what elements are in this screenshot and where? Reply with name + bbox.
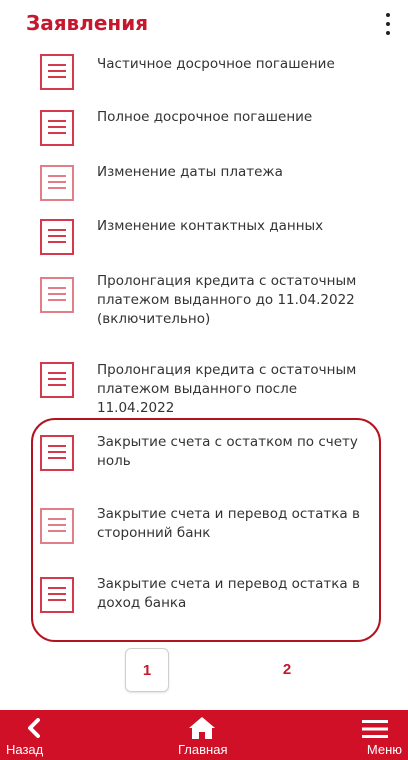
bottom-navigation: Назад Главная Меню — [0, 710, 408, 760]
list-item[interactable]: Пролонгация кредита с остаточным платежо… — [0, 268, 408, 353]
highlight-frame — [31, 418, 381, 642]
list-item-label: Частичное досрочное погашение — [97, 56, 335, 72]
document-icon — [40, 110, 74, 146]
page-title: Заявления — [26, 11, 149, 35]
list-item-label: Изменение даты платежа — [97, 164, 283, 180]
document-icon — [40, 277, 74, 313]
back-arrow-icon — [28, 718, 40, 738]
menu-icon — [362, 720, 388, 738]
page-button-1[interactable]: 1 — [125, 648, 169, 692]
menu-button[interactable]: Меню — [330, 710, 408, 760]
list-item[interactable]: Изменение даты платежа — [0, 158, 408, 213]
list-item-label: Изменение контактных данных — [97, 218, 324, 234]
back-button[interactable]: Назад — [0, 710, 90, 760]
home-button[interactable]: Главная — [164, 710, 244, 760]
document-icon — [40, 362, 74, 398]
list-item[interactable]: Частичное досрочное погашение — [0, 48, 408, 103]
document-icon — [40, 165, 74, 201]
list-item[interactable]: Полное досрочное погашение — [0, 103, 408, 158]
list-item[interactable]: Пролонгация кредита с остаточным платежо… — [0, 353, 408, 418]
menu-label: Меню — [366, 742, 402, 757]
document-icon — [40, 54, 74, 90]
list-item-label: Полное досрочное погашение — [97, 109, 313, 125]
pagination: 1 2 — [0, 648, 408, 692]
home-icon — [189, 717, 215, 739]
home-label: Главная — [178, 742, 228, 757]
document-icon — [40, 219, 74, 255]
list-item[interactable]: Изменение контактных данных — [0, 213, 408, 268]
page-button-2[interactable]: 2 — [265, 648, 309, 692]
more-vertical-icon[interactable] — [384, 13, 392, 35]
list-item-label: Пролонгация кредита с остаточным платежо… — [97, 273, 357, 327]
app-header: Заявления — [0, 0, 408, 48]
back-label: Назад — [6, 742, 44, 757]
list-item-label: Пролонгация кредита с остаточным платежо… — [97, 362, 357, 416]
